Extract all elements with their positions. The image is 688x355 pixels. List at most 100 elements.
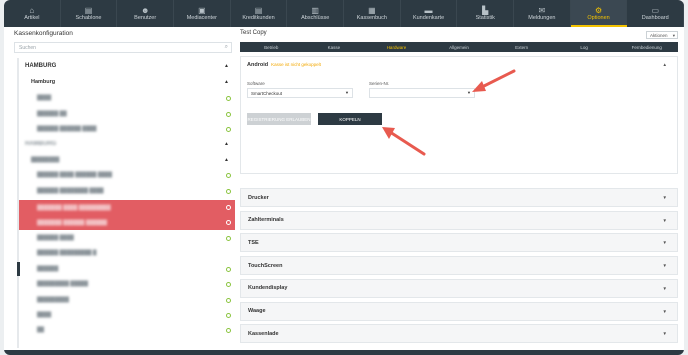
nav-item-kreditkunden[interactable]: ▤ Kreditkunden [231, 0, 288, 27]
mail-icon: ✉ [538, 6, 546, 15]
tree-item[interactable]: █████████ [19, 294, 235, 306]
tree-item[interactable]: █████████ █████ [19, 278, 235, 290]
tree-group-hamburg[interactable]: HAMBURG ▲ [19, 138, 235, 150]
nav-item-kundenkarte[interactable]: ▬ Kundenkarte [401, 0, 458, 27]
chevron-down-icon: ▼ [662, 217, 667, 223]
section-title: Drucker [248, 194, 269, 201]
nav-item-mediacenter[interactable]: ▣ Mediacenter [174, 0, 231, 27]
chevron-up-icon[interactable]: ▲ [663, 62, 667, 67]
nav-item-schablone[interactable]: ▤ Schablone [61, 0, 118, 27]
status-ring-icon [226, 266, 231, 272]
tree-item[interactable]: ██████ ████ [19, 232, 235, 244]
tree-item[interactable]: ██████ █████████ █ [19, 247, 235, 259]
tab-hardware[interactable]: Hardware [365, 42, 428, 52]
chevron-up-icon: ▲ [224, 141, 229, 147]
section-title: Kassenlade [248, 330, 279, 337]
section-zahlterminals[interactable]: Zahlterminals ▼ [240, 210, 678, 230]
annotation-arrow-icon [382, 127, 426, 156]
section-kundendisplay[interactable]: Kundendisplay ▼ [240, 278, 678, 298]
section-title: TSE [248, 239, 259, 246]
section-drucker[interactable]: Drucker ▼ [240, 188, 678, 207]
chart-icon: ▙ [482, 6, 489, 15]
tab-kasse[interactable]: Kasse [303, 42, 366, 52]
nav-item-artikel[interactable]: ⌂ Artikel [4, 0, 61, 27]
panel-title: Kassenkonfiguration [14, 30, 73, 37]
android-header[interactable]: Android Kasse ist nicht gekoppelt [247, 62, 321, 68]
tree-subgroup[interactable]: ████████ ▲ [19, 154, 235, 166]
chevron-up-icon: ▲ [224, 63, 229, 69]
nav-item-label: Artikel [24, 15, 40, 21]
serial-number-select[interactable]: ▼ [369, 88, 475, 98]
tree-item[interactable]: ████ [19, 309, 235, 321]
dropdown-caret-icon: ▼ [345, 90, 349, 95]
nav-item-kassenbuch[interactable]: ▦ Kassenbuch [344, 0, 401, 27]
tree-item-selected[interactable]: ███████ ██████ ██████ [19, 215, 235, 230]
tab-fernbedienung[interactable]: Fernbedienung [615, 42, 678, 52]
nav-item-statistik[interactable]: ▙ Statistik [457, 0, 515, 27]
pairing-status-note: Kasse ist nicht gekoppelt [271, 62, 321, 67]
tree-item[interactable]: ██████ ██████ ████ [19, 123, 235, 135]
section-title: TouchScreen [248, 262, 283, 269]
nav-item-abschlüsse[interactable]: ▥ Abschlüsse [287, 0, 345, 27]
nav-item-dashboard[interactable]: ▭ Dashboard [627, 0, 684, 27]
tree-subgroup-label: Hamburg [31, 79, 56, 85]
section-tse[interactable]: TSE ▼ [240, 233, 678, 253]
nav-item-meldungen[interactable]: ✉ Meldungen [514, 0, 571, 27]
status-ring-icon [226, 297, 231, 303]
top-navigation: ⌂ Artikel ▤ Schablone ☻ Benutzer ▣ Mediacenter ▤… [4, 0, 684, 27]
tree-group-hamburg[interactable]: HAMBURG ▲ [19, 60, 235, 72]
document-icon: ▤ [84, 6, 93, 15]
tab-betrieb[interactable]: Betrieb [240, 42, 303, 52]
tab-allgemein[interactable]: Allgemein [428, 42, 491, 52]
tab-log[interactable]: Log [553, 42, 616, 52]
tree-item[interactable]: ██████ ████ ██████ ████ [19, 169, 235, 181]
status-ring-icon [226, 172, 231, 178]
tag-icon: ⌂ [29, 6, 35, 15]
software-select[interactable]: SmartCheckout ▼ [247, 88, 353, 98]
monitor-icon: ▭ [651, 6, 659, 15]
chevron-up-icon: ▲ [224, 157, 229, 163]
tree-scroll-marker [17, 262, 20, 276]
tree-item[interactable]: ██ [19, 324, 235, 336]
nav-item-optionen[interactable]: ⚙ Optionen [570, 0, 628, 27]
tree-item[interactable]: ██████ ██ [19, 108, 235, 120]
register-tree: HAMBURG ▲ Hamburg ▲ ████ ██████ ██ █████… [17, 58, 235, 348]
cash-register-config-panel: Kassenkonfiguration Suchen ⌕ HAMBURG ▲ H… [14, 30, 235, 350]
nav-item-label: Optionen [587, 15, 610, 21]
status-ring-icon [226, 312, 231, 318]
nav-item-benutzer[interactable]: ☻ Benutzer [117, 0, 175, 27]
bottom-bar [4, 350, 684, 355]
tree-item[interactable]: ██████ ████████ ████ [19, 185, 235, 197]
serial-label: Serien-Nr. [369, 81, 390, 86]
section-title: Kundendisplay [248, 285, 288, 292]
status-ring-icon [226, 111, 231, 117]
section-kassenlade[interactable]: Kassenlade ▼ [240, 324, 678, 344]
pair-button[interactable]: KOPPELN [318, 113, 382, 125]
tree-item[interactable]: ██████ [19, 263, 235, 275]
section-touchscreen[interactable]: TouchScreen ▼ [240, 256, 678, 276]
search-input[interactable]: Suchen ⌕ [14, 42, 232, 53]
customer-card-icon: ▬ [424, 6, 433, 15]
nav-item-label: Benutzer [134, 15, 157, 21]
tree-subgroup-hamburg[interactable]: Hamburg ▲ [19, 76, 235, 88]
actions-dropdown[interactable]: Aktionen ▾ [646, 31, 678, 39]
actions-label: Aktionen [650, 33, 668, 38]
active-nav-indicator [570, 25, 628, 27]
search-placeholder: Suchen [19, 45, 36, 51]
tree-item[interactable]: ████ [19, 92, 235, 104]
register-detail-panel: Test Copy Aktionen ▾ Betrieb Kasse Hardwar… [240, 30, 678, 350]
chevron-down-icon: ▼ [662, 195, 667, 200]
chevron-down-icon: ▼ [662, 331, 667, 337]
tree-item-selected[interactable]: ███████ ████ █████████ [19, 200, 235, 215]
nav-item-label: Meldungen [528, 15, 556, 21]
tab-extern[interactable]: Extern [490, 42, 553, 52]
status-ring-icon [226, 281, 231, 287]
status-ring-icon [226, 235, 231, 241]
status-ring-icon [226, 205, 231, 210]
detail-tabs: Betrieb Kasse Hardware Allgemein Extern Log Fe… [240, 42, 678, 52]
nav-item-label: Kundenkarte [412, 15, 445, 21]
register-title: Test Copy [240, 30, 267, 36]
section-title: Waage [248, 308, 266, 314]
section-waage[interactable]: Waage ▼ [240, 301, 678, 321]
allow-registration-button[interactable]: REGISTRIERUNG ERLAUBEN [247, 113, 311, 125]
